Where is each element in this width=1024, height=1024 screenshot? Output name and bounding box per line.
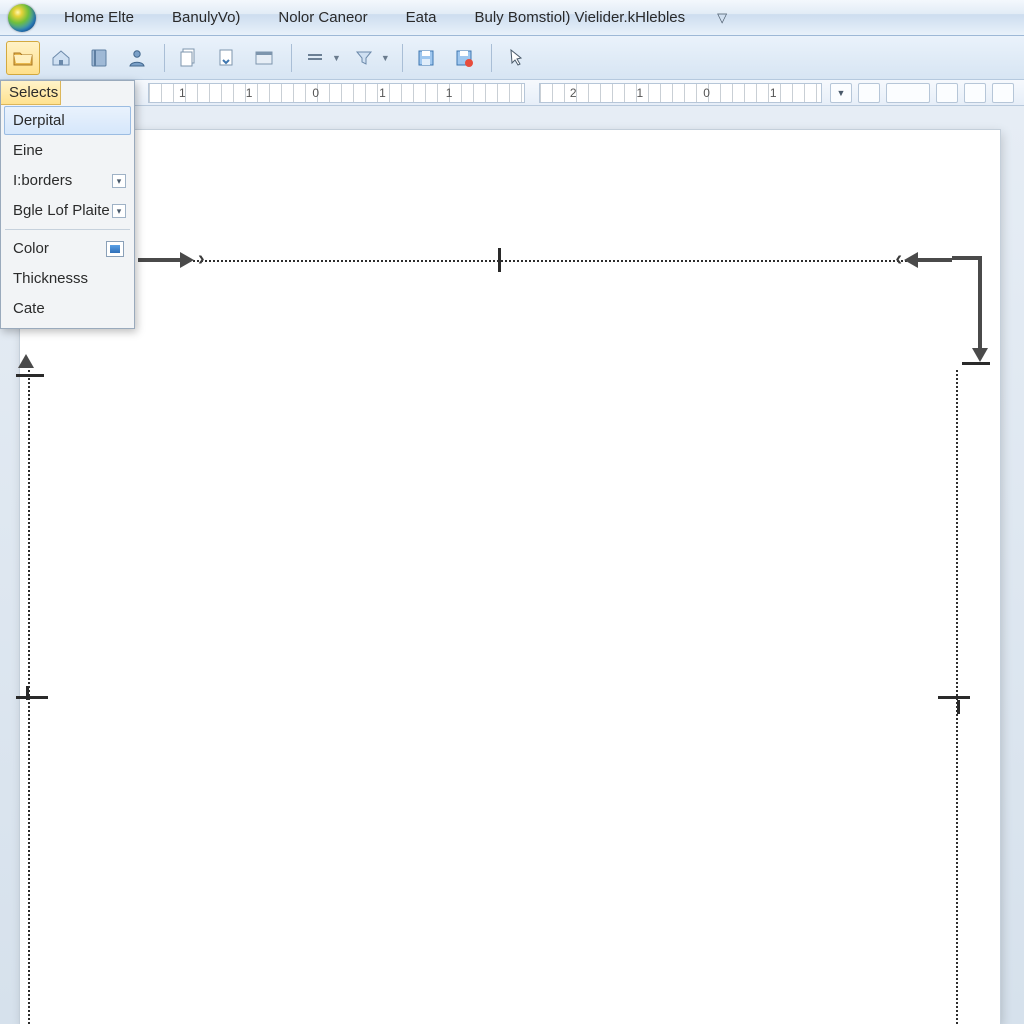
- menu-item-eata[interactable]: Eata: [396, 5, 447, 30]
- dropdown-item-borders[interactable]: I:borders ▾: [4, 166, 131, 195]
- menu-item-home[interactable]: Home Elte: [54, 5, 144, 30]
- dropdown-item-label: Color: [13, 240, 49, 257]
- cursor-icon[interactable]: [498, 41, 532, 75]
- ruler-cursor-icon: [498, 248, 501, 272]
- page-stack-icon[interactable]: [171, 41, 205, 75]
- ruler-tick-label: 1: [740, 86, 807, 100]
- toolbar-separator: [164, 44, 165, 72]
- ruler-tick-label: 1: [349, 86, 416, 100]
- menu-item-buly[interactable]: Buly Bomstiol) Vielider.kHlebles: [465, 5, 696, 30]
- dropdown-item-label: Derpital: [13, 112, 65, 129]
- dropdown-panel: Selects Derpital Eine I:borders ▾ Bgle L…: [0, 80, 135, 329]
- dropdown-item-cate[interactable]: Cate: [4, 294, 131, 323]
- ruler-tick-label: 1: [416, 86, 483, 100]
- ruler-end-icon[interactable]: [992, 83, 1014, 103]
- margin-tick-icon: [16, 696, 48, 699]
- dropdown-item-plate[interactable]: Bgle Lof Plaite ▾: [4, 196, 131, 225]
- ruler-right[interactable]: 2 1 0 1: [539, 83, 822, 103]
- dropdown-separator: [5, 229, 130, 230]
- menu-item-banul[interactable]: BanulyVo): [162, 5, 250, 30]
- ruler-spacing-icon[interactable]: [936, 83, 958, 103]
- dropdown-item-thickness[interactable]: Thicknesss: [4, 264, 131, 293]
- margin-tick-icon: [26, 686, 29, 700]
- margin-tick-icon: [962, 362, 990, 365]
- ruler-tick-label: 0: [673, 86, 740, 100]
- dropdown-item-derpital[interactable]: Derpital: [4, 106, 131, 135]
- lines-icon[interactable]: [298, 41, 332, 75]
- margin-tick-icon: [938, 696, 970, 699]
- dropdown-item-eine[interactable]: Eine: [4, 136, 131, 165]
- dropdown-item-color[interactable]: Color: [4, 234, 131, 263]
- margin-tick-icon: [16, 374, 44, 377]
- margin-guide-top: [170, 260, 930, 262]
- dropdown-item-label: Cate: [13, 300, 45, 317]
- book-icon[interactable]: [82, 41, 116, 75]
- ruler-option-b[interactable]: [886, 83, 930, 103]
- chevron-down-icon[interactable]: ▼: [381, 53, 390, 63]
- dropdown-item-label: Eine: [13, 142, 43, 159]
- toolbar-separator: [402, 44, 403, 72]
- save-icon[interactable]: [409, 41, 443, 75]
- dropdown-item-label: I:borders: [13, 172, 72, 189]
- workspace: › ‹: [0, 106, 1024, 1024]
- toolbar-separator: [291, 44, 292, 72]
- menu-overflow-icon[interactable]: ▽: [713, 10, 731, 26]
- dropdown-header[interactable]: Selects: [1, 81, 61, 105]
- chevron-down-icon[interactable]: ▾: [112, 174, 126, 188]
- ruler-tick-label: 0: [282, 86, 349, 100]
- chevron-right-icon: ›: [198, 248, 205, 271]
- menu-item-nolor[interactable]: Nolor Caneor: [268, 5, 377, 30]
- menubar: Home Elte BanulyVo) Nolor Caneor Eata Bu…: [0, 0, 1024, 36]
- margin-tick-icon: [957, 700, 960, 714]
- home-icon[interactable]: [44, 41, 78, 75]
- document-page[interactable]: › ‹: [20, 130, 1000, 1024]
- window-icon[interactable]: [247, 41, 281, 75]
- toolbar: ▼ ▼: [0, 36, 1024, 80]
- ruler-grid-icon[interactable]: [964, 83, 986, 103]
- toolbar-separator: [491, 44, 492, 72]
- person-icon[interactable]: [120, 41, 154, 75]
- page-arrow-icon[interactable]: [209, 41, 243, 75]
- folder-open-icon[interactable]: [6, 41, 40, 75]
- ruler-drop-icon[interactable]: ▼: [830, 83, 852, 103]
- chevron-down-icon[interactable]: ▼: [332, 53, 341, 63]
- ruler-option-a[interactable]: [858, 83, 880, 103]
- save-flag-icon[interactable]: [447, 41, 481, 75]
- ruler-tick-label: 2: [540, 86, 607, 100]
- color-swatch-icon[interactable]: [106, 241, 124, 257]
- ruler-tick-label: 1: [149, 86, 216, 100]
- ruler: 1 1 0 1 1 2 1 0 1 ▼: [0, 80, 1024, 106]
- chevron-down-icon[interactable]: ▾: [112, 204, 126, 218]
- app-orb-icon[interactable]: [8, 4, 36, 32]
- ruler-tick-label: 1: [607, 86, 674, 100]
- chevron-left-icon: ‹: [895, 248, 902, 271]
- filter-icon[interactable]: [347, 41, 381, 75]
- ruler-tick-label: 1: [216, 86, 283, 100]
- dropdown-item-label: Thicknesss: [13, 270, 88, 287]
- dropdown-item-label: Bgle Lof Plaite: [13, 202, 110, 219]
- ruler-left[interactable]: 1 1 0 1 1: [148, 83, 525, 103]
